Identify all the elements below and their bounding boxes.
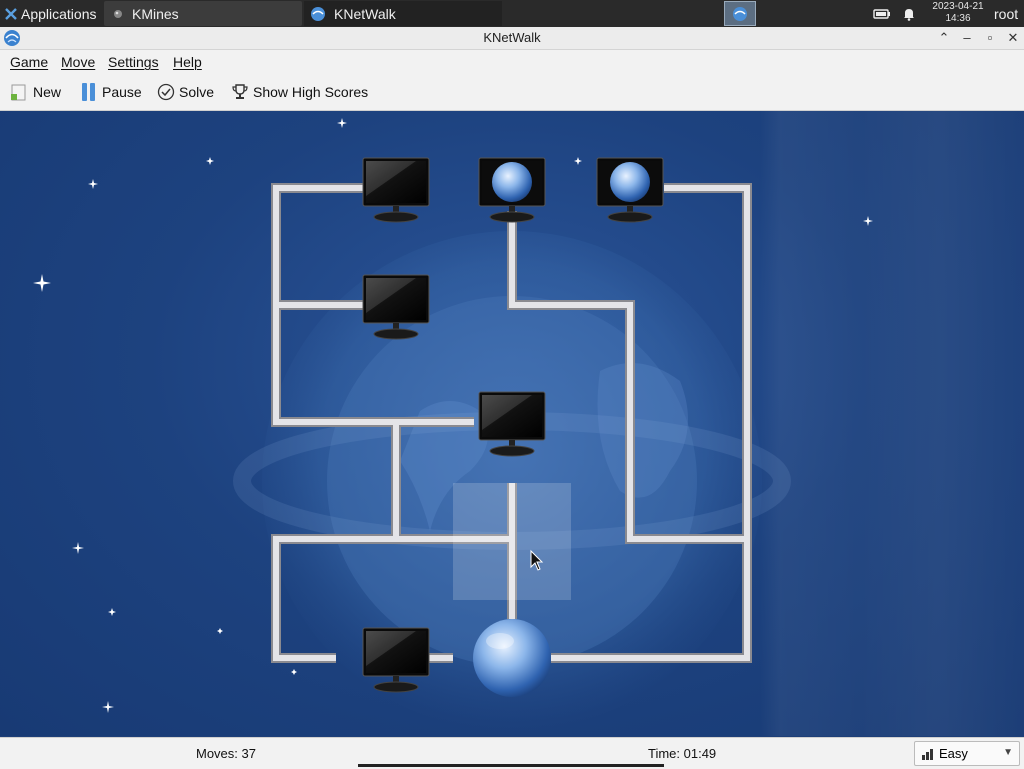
top-panel: Applications KMines KNetWalk 2023-04-21 … [0,0,1024,27]
pause-label: Pause [102,84,142,100]
battery-icon[interactable] [872,1,892,26]
trophy-icon [232,84,248,99]
scroll-indicator [358,764,664,767]
difficulty-bars-icon [922,748,933,760]
new-label: New [33,84,62,100]
mine-icon [114,9,122,18]
server-terminal[interactable] [478,157,546,223]
shade-button[interactable]: ⌃ [935,29,953,47]
panel-clock[interactable]: 2023-04-21 14:36 [926,1,990,25]
difficulty-value: Easy [939,746,968,761]
xfce-icon [5,7,17,20]
close-button[interactable]: ✕ [1004,29,1022,47]
game-board[interactable] [0,111,1024,736]
computer-terminal[interactable] [362,157,430,223]
taskbar-item-kmines[interactable]: KMines [104,1,302,26]
taskbar-item-label: KNetWalk [334,5,396,22]
solve-button[interactable]: Solve [157,81,214,103]
elapsed-time: Time: 01:49 [648,746,717,761]
pause-button[interactable]: Pause [80,81,142,103]
server-terminal[interactable] [596,157,664,223]
solve-label: Solve [179,84,215,100]
taskbar-item-label: KMines [132,5,179,22]
taskbar-item-knetwalk[interactable]: KNetWalk [304,1,502,26]
menu-settings[interactable]: Settings [108,54,159,70]
maximize-button[interactable]: ▫ [981,29,999,47]
tray-knetwalk-icon[interactable] [724,1,756,26]
new-button[interactable]: New [9,81,61,103]
menu-game[interactable]: Game [10,54,48,70]
menu-help[interactable]: Help [173,54,202,70]
menu-move[interactable]: Move [61,54,95,70]
menubar: Game Move Settings Help [0,50,1024,74]
applications-menu-button[interactable]: Applications [0,1,102,26]
notification-bell-icon[interactable] [898,1,920,26]
selected-cell-highlight [453,483,571,600]
moves-counter: Moves: 37 [196,746,256,761]
window-titlebar[interactable]: KNetWalk ⌃ – ▫ ✕ [0,27,1024,50]
server-globe[interactable] [473,619,551,697]
show-high-scores-button[interactable]: Show High Scores [231,81,368,103]
toolbar: New Pause Solve Show High Scores [0,74,1024,111]
difficulty-select[interactable]: Easy ▼ [914,741,1020,766]
window-title: KNetWalk [483,30,541,45]
clock-time: 14:36 [945,13,971,24]
dropdown-arrow-icon: ▼ [1003,747,1013,758]
new-game-icon [11,84,26,101]
checkmark-icon [157,83,175,101]
pause-icon [82,83,95,101]
user-menu[interactable]: root [994,1,1018,26]
applications-label: Applications [21,5,97,22]
knetwalk-icon [311,6,325,21]
high-scores-label: Show High Scores [253,84,369,100]
minimize-button[interactable]: – [958,29,976,47]
clock-date: 2023-04-21 [932,1,984,12]
